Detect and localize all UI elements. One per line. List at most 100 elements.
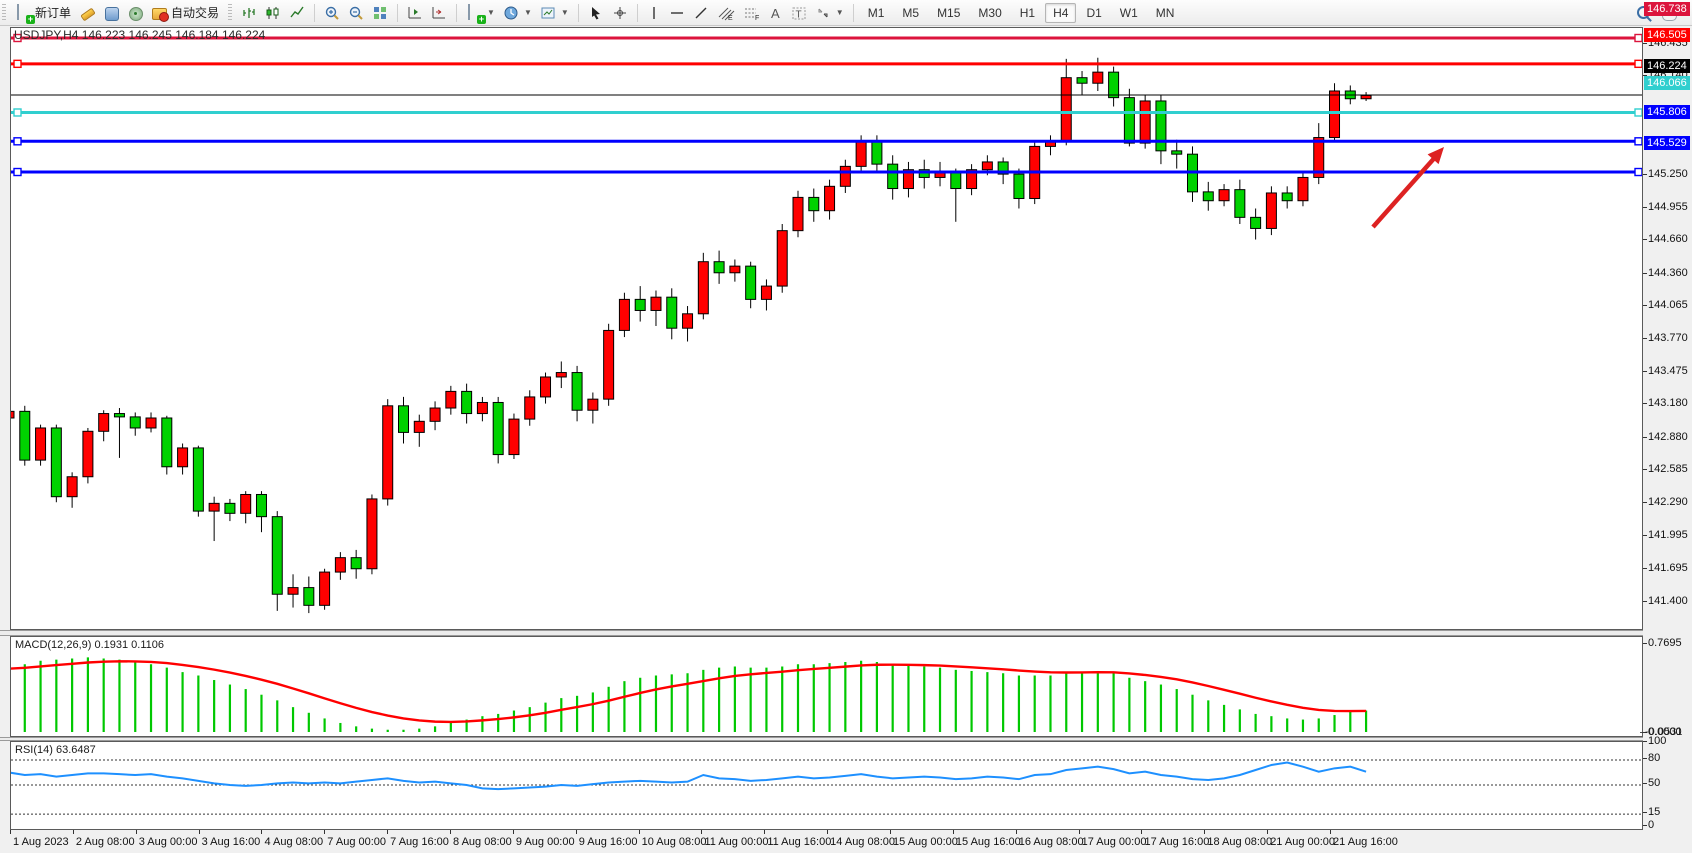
timeframe-m1[interactable]: M1 bbox=[860, 3, 893, 23]
candle-body bbox=[225, 503, 235, 513]
candle bbox=[1014, 169, 1024, 209]
fibonacci-button[interactable]: F bbox=[739, 3, 765, 23]
candle bbox=[335, 552, 345, 580]
tile-windows-button[interactable] bbox=[368, 3, 392, 23]
horizontal-line-button[interactable] bbox=[665, 3, 689, 23]
candle bbox=[193, 446, 203, 517]
zoom-out-button[interactable] bbox=[344, 3, 368, 23]
timeframe-h1[interactable]: H1 bbox=[1012, 3, 1043, 23]
candle bbox=[541, 373, 551, 404]
time-tick bbox=[450, 830, 451, 834]
hline-handle[interactable] bbox=[1635, 60, 1642, 67]
vertical-line-icon bbox=[647, 5, 661, 21]
time-label: 15 Aug 16:00 bbox=[956, 836, 1021, 848]
candle bbox=[935, 162, 945, 186]
price-tick-label: 143.770 bbox=[1648, 332, 1688, 344]
hline-handle[interactable] bbox=[1635, 138, 1642, 145]
rsi-scale-label: 80 bbox=[1648, 752, 1660, 764]
chart-shift-button[interactable] bbox=[427, 3, 451, 23]
candle bbox=[20, 406, 30, 466]
channel-button[interactable]: E bbox=[713, 3, 739, 23]
market-icon bbox=[103, 5, 119, 21]
periods-button[interactable]: ▼ bbox=[499, 3, 536, 23]
hline-handle[interactable] bbox=[14, 109, 21, 116]
time-tick bbox=[513, 830, 514, 834]
candle-body bbox=[1077, 78, 1087, 84]
candle-body bbox=[651, 297, 661, 310]
styler-button[interactable] bbox=[75, 3, 99, 23]
price-axis[interactable]: 146.435146.140145.250144.955144.660144.3… bbox=[1643, 27, 1692, 830]
trendline-button[interactable] bbox=[689, 3, 713, 23]
time-label: 14 Aug 08:00 bbox=[830, 836, 895, 848]
templates-icon bbox=[540, 5, 556, 21]
new-order-label: 新订单 bbox=[35, 4, 71, 21]
time-label: 4 Aug 08:00 bbox=[264, 836, 323, 848]
macd-pane[interactable]: MACD(12,26,9) 0.1931 0.1106 bbox=[10, 636, 1643, 737]
candle-body bbox=[982, 162, 992, 170]
candle-body bbox=[1235, 190, 1245, 218]
hline-handle[interactable] bbox=[1635, 169, 1642, 176]
label-button[interactable]: T bbox=[787, 3, 811, 23]
candle-body bbox=[1014, 174, 1024, 198]
timeframe-h4[interactable]: H4 bbox=[1045, 3, 1076, 23]
candle bbox=[130, 412, 140, 435]
hline-handle[interactable] bbox=[14, 138, 21, 145]
candle-body bbox=[1156, 101, 1166, 151]
horizontal-line-icon bbox=[669, 5, 685, 21]
time-tick bbox=[639, 830, 640, 834]
main-chart-pane[interactable] bbox=[10, 27, 1643, 630]
market-button[interactable] bbox=[99, 3, 123, 23]
candlestick-button[interactable] bbox=[261, 3, 285, 23]
time-tick bbox=[1330, 830, 1331, 834]
templates-button[interactable]: ▼ bbox=[536, 3, 573, 23]
price-line-label-146.738: 146.738 bbox=[1644, 2, 1690, 16]
trend-arrow[interactable] bbox=[1373, 147, 1444, 227]
toolbar-grip[interactable] bbox=[2, 4, 6, 22]
crosshair-button[interactable] bbox=[608, 3, 632, 23]
candle-body bbox=[477, 402, 487, 413]
timeframe-w1[interactable]: W1 bbox=[1112, 3, 1146, 23]
autotrading-icon bbox=[151, 5, 167, 21]
label-icon: T bbox=[791, 5, 807, 21]
candle bbox=[840, 160, 850, 193]
time-axis[interactable]: 1 Aug 20232 Aug 08:003 Aug 00:003 Aug 16… bbox=[10, 830, 1692, 853]
candle bbox=[1124, 89, 1134, 147]
time-label: 7 Aug 16:00 bbox=[390, 836, 449, 848]
zoom-in-button[interactable] bbox=[320, 3, 344, 23]
candle-body bbox=[840, 166, 850, 186]
time-label: 10 Aug 08:00 bbox=[642, 836, 707, 848]
text-button[interactable]: A bbox=[765, 3, 787, 23]
candle bbox=[446, 386, 456, 415]
indicators-button[interactable]: +▼ bbox=[462, 3, 499, 23]
rsi-pane[interactable]: RSI(14) 63.6487 bbox=[10, 741, 1643, 830]
hline-handle[interactable] bbox=[1635, 109, 1642, 116]
timeframe-m30[interactable]: M30 bbox=[970, 3, 1009, 23]
autotrading-button[interactable]: 自动交易 bbox=[147, 2, 223, 23]
line-chart-button[interactable] bbox=[285, 3, 309, 23]
time-label: 21 Aug 00:00 bbox=[1270, 836, 1335, 848]
candle-body bbox=[1109, 72, 1119, 97]
candle-body bbox=[241, 494, 251, 513]
new-order-button[interactable]: + 新订单 bbox=[11, 2, 75, 23]
timeframe-m15[interactable]: M15 bbox=[929, 3, 968, 23]
timeframe-d1[interactable]: D1 bbox=[1078, 3, 1109, 23]
candle bbox=[493, 397, 503, 464]
toolbar-grip[interactable] bbox=[228, 4, 232, 22]
main-chart-svg[interactable] bbox=[11, 28, 1642, 629]
signals-button[interactable] bbox=[123, 3, 147, 23]
hline-handle[interactable] bbox=[14, 169, 21, 176]
hline-handle[interactable] bbox=[14, 35, 21, 42]
timeframe-mn[interactable]: MN bbox=[1148, 3, 1183, 23]
timeframe-m5[interactable]: M5 bbox=[894, 3, 927, 23]
vertical-line-button[interactable] bbox=[643, 3, 665, 23]
cursor-button[interactable] bbox=[584, 3, 608, 23]
hline-handle[interactable] bbox=[14, 60, 21, 67]
hline-handle[interactable] bbox=[1635, 35, 1642, 42]
auto-scroll-button[interactable] bbox=[403, 3, 427, 23]
candle bbox=[888, 155, 898, 199]
price-tick-label: 143.180 bbox=[1648, 397, 1688, 409]
time-tick bbox=[261, 830, 262, 834]
candle bbox=[241, 491, 251, 523]
arrows-button[interactable]: ▼ bbox=[811, 3, 848, 23]
bar-chart-button[interactable] bbox=[237, 3, 261, 23]
